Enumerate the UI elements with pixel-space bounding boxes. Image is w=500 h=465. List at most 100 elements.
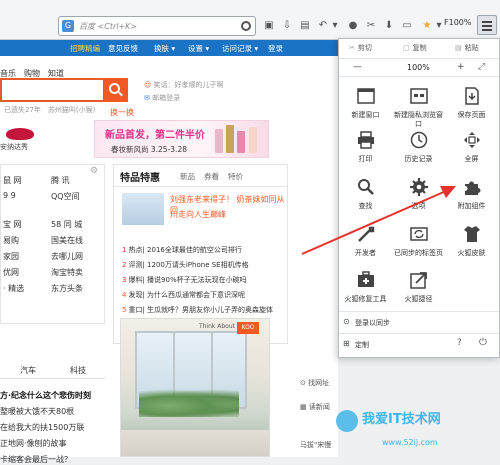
watermark-url: www.52ij.com — [382, 438, 438, 447]
menu-item-label: 全屏 — [464, 155, 479, 163]
link[interactable]: 58 同 城 — [51, 219, 82, 230]
mail-link[interactable]: ✉ 邮箱登录 — [144, 93, 180, 103]
scissors-icon[interactable]: ✂ — [364, 19, 378, 33]
find-button[interactable]: 查找 — [339, 174, 392, 226]
nav-item[interactable]: 招聘精编 — [70, 43, 100, 54]
ad-tagline: Think About — [198, 323, 235, 330]
tab-icon[interactable]: ▭ — [400, 19, 414, 33]
link[interactable]: 宝 网 — [3, 220, 22, 229]
news-item[interactable]: 4 发现| 为什么西瓜通常都会下意识深呢 — [122, 290, 245, 300]
ad-photo[interactable]: Think About KOO — [120, 318, 270, 457]
dropdown-icon[interactable]: ▾ — [328, 19, 342, 33]
paste-button[interactable]: ▤ 粘贴 — [455, 43, 479, 53]
sync-row[interactable]: ⊙ 登录以同步 — [339, 311, 499, 333]
synced-tabs-button[interactable]: 已同步的标签页 — [392, 221, 445, 273]
banner-title: 新品首发，第二件半价 — [105, 130, 205, 141]
link-row[interactable]: · 精选 东方头条 — [3, 283, 83, 294]
link[interactable]: 淘宝特卖 — [51, 267, 83, 278]
downloads-icon[interactable]: ⇩ — [280, 19, 294, 33]
chat-icon[interactable]: ● — [346, 19, 360, 33]
link[interactable]: 去哪儿网 — [51, 251, 83, 262]
menu-item-label: 选项 — [411, 202, 426, 210]
nav-item[interactable]: 访问记录 ▾ — [222, 43, 258, 54]
news-item[interactable]: 5 重口| 生瓜就呼？男朋友你小儿子弄的奥森旋体 — [122, 305, 273, 315]
search-bar[interactable]: G 百度 <Ctrl+K> — [58, 16, 256, 36]
link-row[interactable]: 9 9 QQ空间 — [3, 191, 80, 201]
addons-button[interactable]: 附加组件 — [445, 174, 498, 226]
fullscreen-button[interactable]: 全屏 — [445, 127, 498, 179]
tab-deals[interactable]: 特品特惠 — [120, 169, 160, 184]
reader-icon[interactable]: ▤ — [298, 19, 312, 33]
zoom-reset-button[interactable]: 100% — [407, 63, 430, 72]
lips-icon — [6, 128, 34, 140]
news-item[interactable]: 2 评测| 1200万请头iPhone SE相机传格 — [122, 260, 249, 270]
nav-item[interactable]: 换肤 ▾ — [154, 43, 175, 54]
refresh-link[interactable]: 换一换 — [110, 107, 134, 118]
page-search-input[interactable]: 已遗失27年 苏州猫叫(小猴) — [0, 78, 103, 114]
feature-headline-2[interactable]: 川走向人生巅峰 — [170, 209, 226, 220]
copy-button[interactable]: ▢ 复制 — [403, 43, 427, 53]
link[interactable]: 家园 — [3, 252, 19, 261]
search-engine-icon[interactable]: G — [62, 20, 74, 32]
options-button[interactable]: 选项 — [392, 174, 445, 226]
menu-button[interactable] — [477, 15, 497, 35]
link-row[interactable]: 优网 淘宝特卖 — [3, 267, 83, 278]
search-icon[interactable] — [241, 21, 251, 31]
news-item[interactable]: 3 爆料| 播说90%杯子无法玩现在小碗吗 — [122, 275, 247, 285]
tab-special[interactable]: 特价 — [228, 171, 243, 182]
gear-icon[interactable]: ⚙ — [90, 166, 100, 176]
link-row[interactable]: 易购 国美在线 — [3, 235, 83, 246]
news-link[interactable]: 在给我大的扶1500万联 — [0, 422, 84, 433]
link[interactable]: 东方头条 — [51, 283, 83, 294]
link[interactable]: QQ空间 — [51, 191, 80, 202]
link-row[interactable]: 鼠 网腾 讯 — [3, 175, 70, 186]
ad-banner[interactable]: 新品首发，第二件半价 春妆新风尚 3.25-3.28 — [94, 120, 269, 158]
nav-item[interactable]: 设置 ▾ — [188, 43, 209, 54]
tab-auto[interactable]: 汽车 — [20, 365, 36, 376]
tab-coupon[interactable]: 券看 — [204, 171, 219, 182]
link[interactable]: 优网 — [3, 268, 19, 277]
cut-button[interactable]: ✂ 剪切 — [349, 43, 372, 53]
news-link[interactable]: 卡缩客会最后一战？ — [0, 454, 72, 465]
link[interactable]: 9 9 — [3, 191, 16, 200]
link[interactable]: 国美在线 — [51, 235, 83, 246]
download-arrow-icon[interactable]: ⬇ — [382, 19, 396, 33]
themes-button[interactable]: 火狐皮肤 — [445, 221, 498, 273]
link-row[interactable]: 宝 网 58 同 城 — [3, 219, 82, 230]
copy-icon: ▢ — [403, 44, 410, 52]
nav-item[interactable]: 登录 — [268, 43, 283, 54]
link-row[interactable]: 家园 去哪儿网 — [3, 251, 83, 262]
joke-link[interactable]: ☺ 笑话：好孝顺的儿子啊 — [144, 80, 224, 90]
fullscreen-icon[interactable]: ⤢ — [478, 62, 485, 72]
tab-tech[interactable]: 科技 — [70, 365, 86, 376]
link[interactable]: 鼠 网 — [3, 176, 22, 185]
brand-logo[interactable]: 安纳达秀 — [0, 124, 90, 156]
headline[interactable]: 方·纪念什么这个悲伤时刻 — [0, 390, 91, 401]
sync-label: 登录以同步 — [355, 319, 390, 327]
developer-button[interactable]: 开发者 — [339, 221, 392, 273]
customize-button[interactable]: 定制 — [355, 340, 369, 350]
print-button[interactable]: 打印 — [339, 127, 392, 179]
tab-new[interactable]: 新品 — [180, 171, 195, 182]
news-item[interactable]: 1 热点| 2016全球最佳的航空公司排行 — [122, 245, 242, 255]
nav-item[interactable]: 意见反馈 — [108, 43, 138, 54]
browser-menu-panel: ✂ 剪切 ▢ 复制 ▤ 粘贴 — 100% + ⤢ 新建窗口 新建隐私浏览窗口 保存页… — [338, 38, 500, 358]
power-icon[interactable]: ⏻ — [479, 337, 487, 348]
bookmark-icon[interactable]: ▣ — [262, 19, 276, 33]
menu-item-label: 火狐捷径 — [404, 295, 433, 303]
news-link[interactable]: 正地网·像刨的故事 — [0, 438, 67, 449]
feature-photo[interactable] — [122, 193, 164, 225]
zoom-out-button[interactable]: — — [353, 62, 362, 72]
zoom-level: F100% — [444, 18, 472, 27]
link[interactable]: 易购 — [3, 236, 19, 245]
web-page: 招聘精编 意见反馈 换肤 ▾ 设置 ▾ 访问记录 ▾ 登录 音乐 购物 知道 已… — [0, 40, 338, 464]
history-button[interactable]: 历史记录 — [392, 127, 445, 179]
find-url-text: 找网址 — [308, 379, 330, 387]
link[interactable]: · 精选 — [3, 284, 24, 293]
link[interactable]: 腾 讯 — [51, 175, 70, 186]
page-search-button[interactable] — [103, 78, 128, 102]
find-url-link[interactable]: ⊙ 找网址 — [300, 378, 329, 388]
news-link[interactable]: 整暖被大饿不天80根 — [0, 406, 74, 417]
help-icon[interactable]: ? — [457, 338, 462, 348]
zoom-in-button[interactable]: + — [457, 62, 465, 72]
